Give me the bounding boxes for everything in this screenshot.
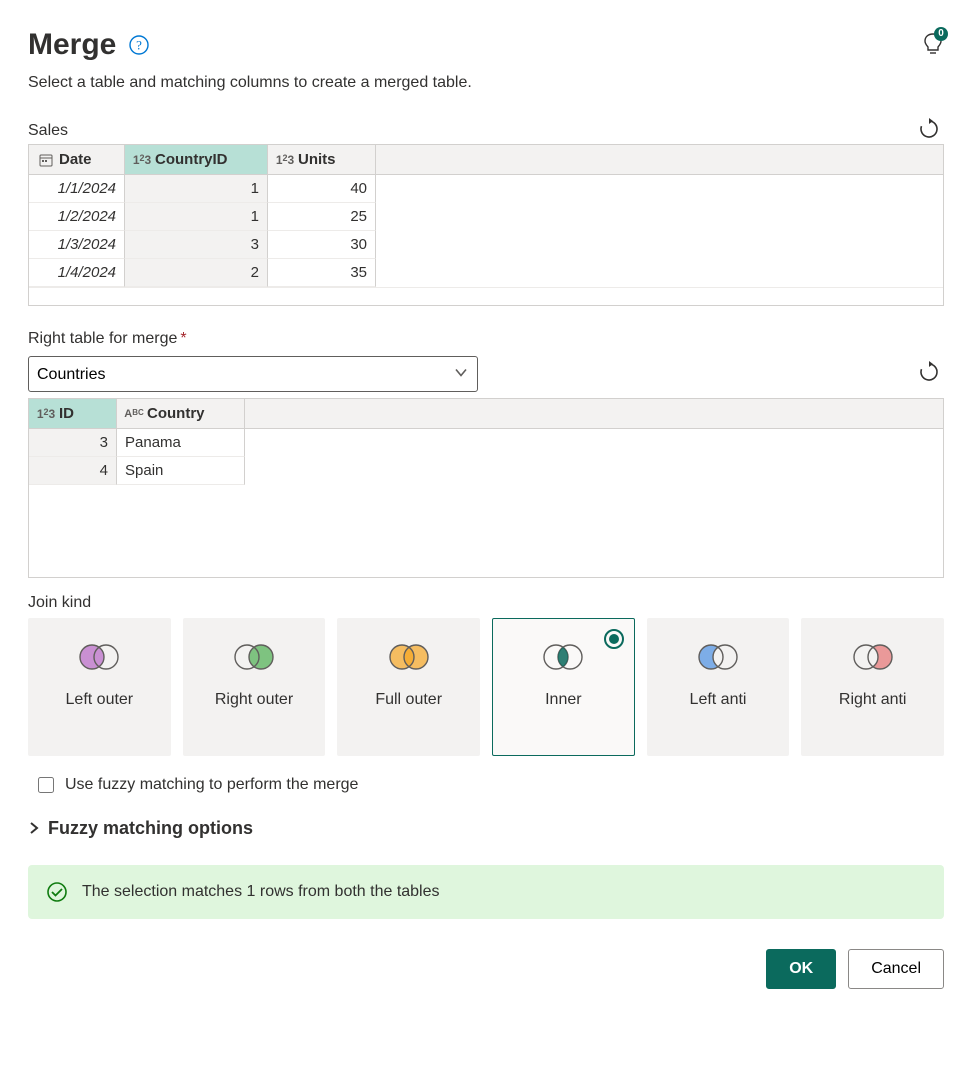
cell-countryid: 3 <box>125 231 268 259</box>
cancel-button[interactable]: Cancel <box>848 949 944 989</box>
join-option-right-anti[interactable]: Right anti <box>801 618 944 756</box>
right-table-select[interactable]: Countries <box>28 356 478 392</box>
fuzzy-options-toggle[interactable]: Fuzzy matching options <box>28 818 944 839</box>
cell-date: 1/2/2024 <box>29 203 125 231</box>
join-option-right-outer[interactable]: Right outer <box>183 618 326 756</box>
column-name: CountryID <box>155 151 228 168</box>
help-icon[interactable]: ? <box>128 34 150 56</box>
table-row[interactable]: 4Spain <box>29 457 943 485</box>
number-type-icon: 123 <box>276 153 294 167</box>
cell-units: 25 <box>268 203 376 231</box>
join-kind-options: Left outer Right outer Full outer Inner Left… <box>28 618 944 756</box>
column-header-units[interactable]: 123 Units <box>268 145 376 175</box>
match-status-banner: The selection matches 1 rows from both t… <box>28 865 944 919</box>
join-option-left-outer[interactable]: Left outer <box>28 618 171 756</box>
venn-left-anti-icon <box>694 641 742 676</box>
fuzzy-matching-label: Use fuzzy matching to perform the merge <box>65 776 358 794</box>
join-option-label: Left outer <box>66 690 134 710</box>
join-option-full-outer[interactable]: Full outer <box>337 618 480 756</box>
join-option-left-anti[interactable]: Left anti <box>647 618 790 756</box>
dialog-header: Merge ? 0 <box>28 28 944 62</box>
left-table-refresh-button[interactable] <box>914 114 944 144</box>
column-name: Units <box>298 151 336 168</box>
join-option-label: Right outer <box>215 690 293 710</box>
tips-badge: 0 <box>934 27 948 41</box>
venn-left-outer-icon <box>75 641 123 676</box>
refresh-icon <box>918 118 940 140</box>
cell-countryid: 1 <box>125 203 268 231</box>
cell-units: 40 <box>268 175 376 203</box>
dialog-footer: OK Cancel <box>28 949 944 989</box>
number-type-icon: 123 <box>37 407 55 421</box>
dialog-title: Merge <box>28 28 116 62</box>
right-table-header: 123 ID ABC Country <box>29 399 943 429</box>
table-row[interactable]: 1/3/2024330 <box>29 231 943 259</box>
left-table: Date 123 CountryID 123 Units 1/1/2024140… <box>28 144 944 306</box>
required-indicator: * <box>180 330 186 347</box>
left-table-label: Sales <box>28 122 68 140</box>
cell-country: Spain <box>117 457 245 485</box>
venn-right-anti-icon <box>849 641 897 676</box>
svg-text:?: ? <box>136 38 142 53</box>
join-option-label: Full outer <box>375 690 442 710</box>
fuzzy-options-label: Fuzzy matching options <box>48 818 253 839</box>
tips-icon[interactable]: 0 <box>922 31 944 60</box>
text-type-icon: ABC <box>125 408 143 420</box>
cell-countryid: 1 <box>125 175 268 203</box>
column-header-countryid[interactable]: 123 CountryID <box>125 145 268 175</box>
cell-countryid: 2 <box>125 259 268 287</box>
cell-units: 35 <box>268 259 376 287</box>
column-name: Date <box>59 151 92 168</box>
left-table-header: Date 123 CountryID 123 Units <box>29 145 943 175</box>
venn-right-outer-icon <box>230 641 278 676</box>
right-table-section-label: Right table for merge* <box>28 330 187 348</box>
match-status-text: The selection matches 1 rows from both t… <box>82 883 440 901</box>
cell-date: 1/1/2024 <box>29 175 125 203</box>
column-header-id[interactable]: 123 ID <box>29 399 117 429</box>
venn-inner-icon <box>539 641 587 676</box>
refresh-icon <box>918 361 940 383</box>
join-option-label: Inner <box>545 690 581 710</box>
column-name: Country <box>147 405 205 422</box>
column-name: ID <box>59 405 74 422</box>
radio-selected-icon <box>604 629 624 649</box>
chevron-right-icon <box>28 818 40 839</box>
venn-full-outer-icon <box>385 641 433 676</box>
fuzzy-matching-checkbox[interactable] <box>38 777 54 793</box>
ok-button[interactable]: OK <box>766 949 836 989</box>
join-option-inner[interactable]: Inner <box>492 618 635 756</box>
calendar-icon <box>37 153 55 167</box>
table-row[interactable]: 1/2/2024125 <box>29 203 943 231</box>
dialog-subtitle: Select a table and matching columns to c… <box>28 74 944 92</box>
cell-units: 30 <box>268 231 376 259</box>
column-header-country[interactable]: ABC Country <box>117 399 245 429</box>
cell-id: 3 <box>29 429 117 457</box>
fuzzy-matching-checkbox-row[interactable]: Use fuzzy matching to perform the merge <box>34 774 944 796</box>
number-type-icon: 123 <box>133 153 151 167</box>
table-row[interactable]: 1/4/2024235 <box>29 259 943 287</box>
cell-date: 1/4/2024 <box>29 259 125 287</box>
cell-id: 4 <box>29 457 117 485</box>
table-row[interactable]: 1/1/2024140 <box>29 175 943 203</box>
cell-date: 1/3/2024 <box>29 231 125 259</box>
cell-country: Panama <box>117 429 245 457</box>
join-option-label: Right anti <box>839 690 907 710</box>
table-row[interactable]: 3Panama <box>29 429 943 457</box>
column-header-date[interactable]: Date <box>29 145 125 175</box>
join-kind-label: Join kind <box>28 594 944 612</box>
join-option-label: Left anti <box>690 690 747 710</box>
checkmark-circle-icon <box>46 881 68 903</box>
right-table: 123 ID ABC Country 3Panama4Spain <box>28 398 944 578</box>
right-table-refresh-button[interactable] <box>914 357 944 387</box>
